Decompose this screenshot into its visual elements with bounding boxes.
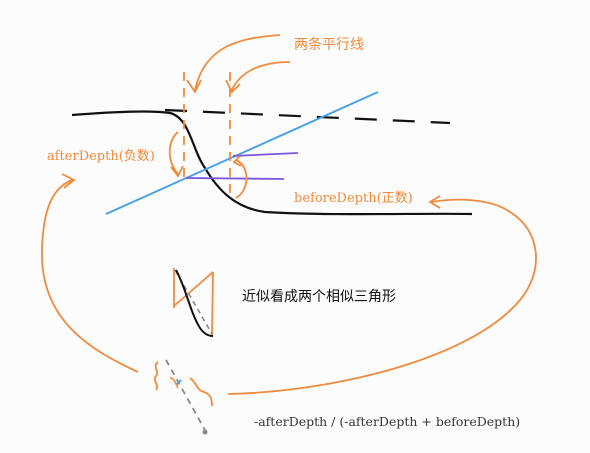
ratio-formula: -afterDepth / (-afterDepth + beforeDepth…: [254, 414, 521, 429]
triangle-right-edge: [211, 271, 214, 337]
loop-left: [41, 179, 139, 373]
purple-line-lower: [185, 177, 285, 180]
parallel-arrow-left-head: [186, 79, 202, 94]
parallel-arrow-right: [231, 61, 291, 91]
after-depth-label: afterDepth(负数): [47, 149, 155, 164]
diagram-canvas: 两条平行线 afterDepth(负数) beforeDepth(正数) 近似看…: [0, 0, 590, 453]
before-depth-label: beforeDepth(正数): [294, 191, 413, 206]
formula-brace-right: [189, 377, 213, 407]
formula-end-dot: [202, 429, 208, 435]
similar-triangles-label: 近似看成两个相似三角形: [242, 289, 396, 305]
parallel-lines-label: 两条平行线: [294, 37, 364, 53]
formula-gray-dashed-line: [165, 359, 206, 431]
formula-brace-left: [153, 361, 159, 391]
sketch-drawing: [41, 34, 537, 435]
dashed-plane-line: [164, 108, 451, 125]
